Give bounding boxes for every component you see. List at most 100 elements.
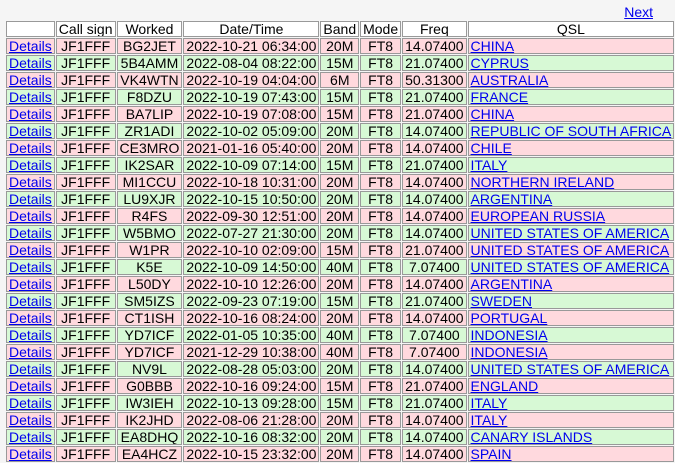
- band-cell: 40M: [320, 259, 360, 275]
- details-link[interactable]: Details: [9, 175, 52, 189]
- details-link[interactable]: Details: [9, 294, 52, 308]
- worked-cell: K5E: [116, 259, 183, 275]
- qsl-country-link[interactable]: UNITED STATES OF AMERICA: [471, 260, 670, 274]
- details-link[interactable]: Details: [9, 226, 52, 240]
- date-time-cell: 2022-09-23 07:19:00: [183, 293, 320, 309]
- details-link[interactable]: Details: [9, 124, 52, 138]
- freq-cell: 14.07400: [402, 225, 467, 241]
- table-row: Details JF1FFF MI1CCU 2022-10-18 10:31:00 20…: [6, 174, 675, 190]
- qsl-country-link[interactable]: CYPRUS: [471, 56, 529, 70]
- qsl-country-link[interactable]: INDONESIA: [471, 328, 548, 342]
- qsl-country-link[interactable]: ENGLAND: [471, 379, 539, 393]
- details-link[interactable]: Details: [9, 413, 52, 427]
- call-sign-cell: JF1FFF: [55, 310, 116, 326]
- qsl-country-link[interactable]: REPUBLIC OF SOUTH AFRICA: [471, 124, 672, 138]
- qsl-country-link[interactable]: SPAIN: [471, 447, 512, 461]
- details-link[interactable]: Details: [9, 311, 52, 325]
- qsl-country-link[interactable]: FRANCE: [471, 90, 529, 104]
- qsl-country-link[interactable]: NORTHERN IRELAND: [471, 175, 615, 189]
- table-row: Details JF1FFF BA7LIP 2022-10-19 07:08:00 15…: [6, 106, 675, 122]
- worked-cell: IK2SAR: [116, 157, 183, 173]
- qsl-country-link[interactable]: INDONESIA: [471, 345, 548, 359]
- qsl-country-link[interactable]: ARGENTINA: [471, 277, 553, 291]
- qsl-country-link[interactable]: PORTUGAL: [471, 311, 548, 325]
- qsl-country-link[interactable]: UNITED STATES OF AMERICA: [471, 362, 670, 376]
- details-link[interactable]: Details: [9, 209, 52, 223]
- qsl-country-link[interactable]: ARGENTINA: [471, 192, 553, 206]
- call-sign-cell: JF1FFF: [55, 174, 116, 190]
- qsl-country-link[interactable]: CHINA: [471, 107, 515, 121]
- details-link[interactable]: Details: [9, 73, 52, 87]
- details-link[interactable]: Details: [9, 379, 52, 393]
- freq-cell: 21.07400: [402, 378, 467, 394]
- details-link[interactable]: Details: [9, 277, 52, 291]
- worked-cell: W1PR: [116, 242, 183, 258]
- band-cell: 20M: [320, 208, 360, 224]
- qsl-country-link[interactable]: UNITED STATES OF AMERICA: [471, 243, 670, 257]
- call-sign-cell: JF1FFF: [55, 344, 116, 360]
- qsl-country-link[interactable]: ITALY: [471, 158, 508, 172]
- band-cell: 40M: [320, 344, 360, 360]
- qsl-country-cell: CANARY ISLANDS: [467, 429, 675, 445]
- call-sign-cell: JF1FFF: [55, 361, 116, 377]
- details-cell: Details: [6, 242, 55, 258]
- band-cell: 20M: [320, 446, 360, 462]
- call-sign-cell: JF1FFF: [55, 242, 116, 258]
- call-sign-cell: JF1FFF: [55, 123, 116, 139]
- band-cell: 6M: [320, 72, 360, 88]
- call-sign-cell: JF1FFF: [55, 276, 116, 292]
- table-body: Details JF1FFF BG2JET 2022-10-21 06:34:00 20…: [6, 38, 675, 462]
- qsl-country-link[interactable]: CANARY ISLANDS: [471, 430, 593, 444]
- details-link[interactable]: Details: [9, 260, 52, 274]
- header-mode: Mode: [360, 21, 402, 37]
- call-sign-cell: JF1FFF: [55, 157, 116, 173]
- table-row: Details JF1FFF BG2JET 2022-10-21 06:34:00 20…: [6, 38, 675, 54]
- details-link[interactable]: Details: [9, 345, 52, 359]
- qsl-country-link[interactable]: EUROPEAN RUSSIA: [471, 209, 606, 223]
- mode-cell: FT8: [360, 89, 402, 105]
- details-link[interactable]: Details: [9, 362, 52, 376]
- details-link[interactable]: Details: [9, 107, 52, 121]
- qsl-country-link[interactable]: ITALY: [471, 413, 508, 427]
- table-row: Details JF1FFF SM5IZS 2022-09-23 07:19:00 15…: [6, 293, 675, 309]
- date-time-cell: 2022-10-16 08:24:00: [183, 310, 320, 326]
- details-link[interactable]: Details: [9, 56, 52, 70]
- qsl-country-link[interactable]: CHINA: [471, 39, 515, 53]
- qsl-country-link[interactable]: AUSTRALIA: [471, 73, 549, 87]
- table-header-row: Call sign Worked Date/Time Band Mode Fre…: [6, 21, 675, 37]
- details-link[interactable]: Details: [9, 141, 52, 155]
- table-row: Details JF1FFF CT1ISH 2022-10-16 08:24:00 20…: [6, 310, 675, 326]
- details-cell: Details: [6, 344, 55, 360]
- table-row: Details JF1FFF G0BBB 2022-10-16 09:24:00 15M…: [6, 378, 675, 394]
- mode-cell: FT8: [360, 174, 402, 190]
- date-time-cell: 2021-12-29 10:38:00: [183, 344, 320, 360]
- mode-cell: FT8: [360, 106, 402, 122]
- details-link[interactable]: Details: [9, 90, 52, 104]
- details-link[interactable]: Details: [9, 430, 52, 444]
- qsl-country-cell: UNITED STATES OF AMERICA: [467, 242, 675, 258]
- worked-cell: VK4WTN: [116, 72, 183, 88]
- qsl-country-cell: UNITED STATES OF AMERICA: [467, 361, 675, 377]
- details-link[interactable]: Details: [9, 396, 52, 410]
- qsl-country-link[interactable]: UNITED STATES OF AMERICA: [471, 226, 670, 240]
- band-cell: 20M: [320, 310, 360, 326]
- details-link[interactable]: Details: [9, 447, 52, 461]
- details-link[interactable]: Details: [9, 243, 52, 257]
- call-sign-cell: JF1FFF: [55, 140, 116, 156]
- date-time-cell: 2021-01-16 05:40:00: [183, 140, 320, 156]
- qsl-country-link[interactable]: ITALY: [471, 396, 508, 410]
- table-row: Details JF1FFF EA4HCZ 2022-10-15 23:32:00 20…: [6, 446, 675, 462]
- details-link[interactable]: Details: [9, 328, 52, 342]
- qsl-country-link[interactable]: SWEDEN: [471, 294, 532, 308]
- qsl-country-cell: SWEDEN: [467, 293, 675, 309]
- mode-cell: FT8: [360, 72, 402, 88]
- qsl-country-cell: ENGLAND: [467, 378, 675, 394]
- call-sign-cell: JF1FFF: [55, 429, 116, 445]
- details-link[interactable]: Details: [9, 158, 52, 172]
- next-page-link[interactable]: Next: [624, 4, 653, 20]
- details-link[interactable]: Details: [9, 192, 52, 206]
- mode-cell: FT8: [360, 327, 402, 343]
- details-link[interactable]: Details: [9, 39, 52, 53]
- qsl-country-link[interactable]: CHILE: [471, 141, 512, 155]
- table-row: Details JF1FFF IK2JHD 2022-08-06 21:28:00 20…: [6, 412, 675, 428]
